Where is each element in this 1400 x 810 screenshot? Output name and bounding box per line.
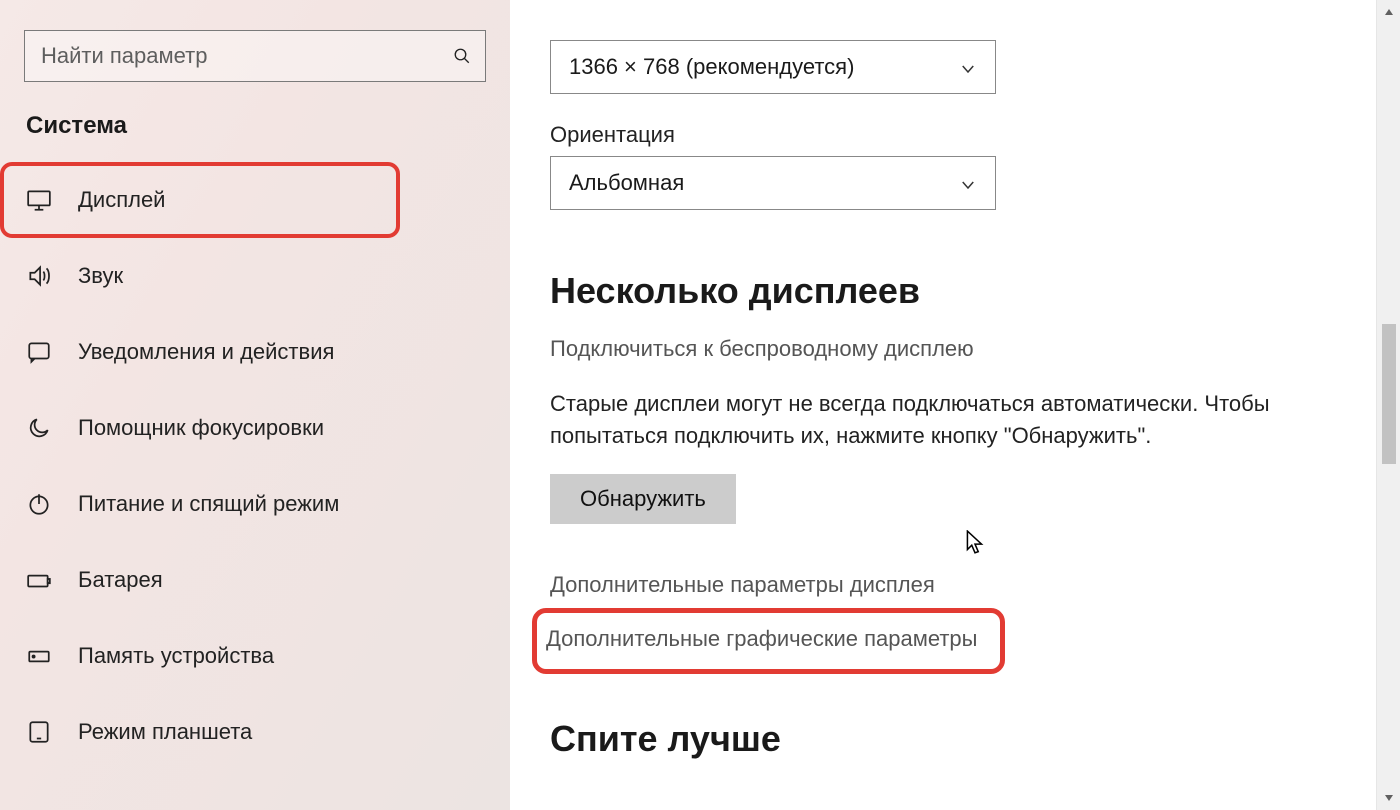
detect-button[interactable]: Обнаружить <box>550 474 736 524</box>
monitor-icon <box>26 187 52 213</box>
orientation-label: Ориентация <box>550 122 1400 148</box>
orientation-value: Альбомная <box>569 170 684 196</box>
sidebar-item-label: Дисплей <box>78 187 165 213</box>
advanced-graphics-link[interactable]: Дополнительные графические параметры <box>546 626 977 652</box>
scrollbar-thumb[interactable] <box>1382 324 1396 464</box>
sidebar-item-display[interactable]: Дисплей <box>0 162 510 238</box>
sidebar-item-label: Память устройства <box>78 643 274 669</box>
search-icon <box>453 47 471 65</box>
sleep-better-heading: Спите лучше <box>550 718 1400 760</box>
sidebar-item-tablet[interactable]: Режим планшета <box>0 694 510 770</box>
cursor-icon <box>966 530 984 556</box>
multiple-displays-heading: Несколько дисплеев <box>550 270 1400 312</box>
storage-icon <box>26 643 52 669</box>
battery-icon <box>26 567 52 593</box>
sidebar-item-label: Уведомления и действия <box>78 339 334 365</box>
settings-main: 1366 × 768 (рекомендуется) Ориентация Ал… <box>510 0 1400 810</box>
chevron-down-icon <box>959 174 977 192</box>
sidebar-item-sound[interactable]: Звук <box>0 238 510 314</box>
sidebar-item-storage[interactable]: Память устройства <box>0 618 510 694</box>
moon-icon <box>26 415 52 441</box>
chevron-down-icon <box>959 58 977 76</box>
sidebar-item-label: Помощник фокусировки <box>78 415 324 441</box>
sidebar-item-notifications[interactable]: Уведомления и действия <box>0 314 510 390</box>
search-box[interactable] <box>24 30 486 82</box>
sidebar-section-title: Система <box>26 112 484 140</box>
scroll-down-icon[interactable] <box>1377 786 1400 810</box>
power-icon <box>26 491 52 517</box>
sidebar-item-label: Батарея <box>78 567 163 593</box>
sidebar-item-focus[interactable]: Помощник фокусировки <box>0 390 510 466</box>
sidebar-item-label: Режим планшета <box>78 719 252 745</box>
wireless-display-link[interactable]: Подключиться к беспроводному дисплею <box>550 336 1400 362</box>
sidebar-item-label: Питание и спящий режим <box>78 491 339 517</box>
orientation-dropdown[interactable]: Альбомная <box>550 156 996 210</box>
sidebar-item-power[interactable]: Питание и спящий режим <box>0 466 510 542</box>
settings-sidebar: Система Дисплей Звук Уведомления и де <box>0 0 510 810</box>
tablet-icon <box>26 719 52 745</box>
sidebar-item-battery[interactable]: Батарея <box>0 542 510 618</box>
detect-hint-text: Старые дисплеи могут не всегда подключат… <box>550 388 1270 452</box>
resolution-value: 1366 × 768 (рекомендуется) <box>569 54 854 80</box>
sound-icon <box>26 263 52 289</box>
notifications-icon <box>26 339 52 365</box>
scrollbar[interactable] <box>1376 0 1400 810</box>
advanced-display-link[interactable]: Дополнительные параметры дисплея <box>550 572 1400 598</box>
search-input[interactable] <box>39 42 453 70</box>
sidebar-item-label: Звук <box>78 263 123 289</box>
resolution-dropdown[interactable]: 1366 × 768 (рекомендуется) <box>550 40 996 94</box>
scroll-up-icon[interactable] <box>1377 0 1400 24</box>
annotation-highlight-display <box>0 162 400 238</box>
